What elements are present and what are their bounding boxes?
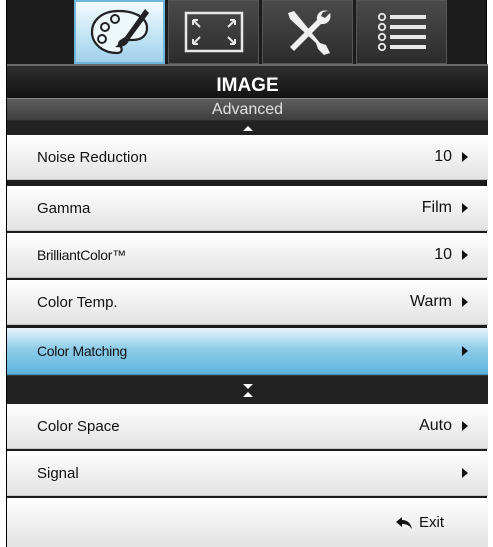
chevron-right-icon[interactable] [462,297,468,307]
chevron-right-icon[interactable] [462,203,468,213]
palette-icon [90,9,149,55]
tab-setup[interactable] [262,0,353,64]
menu-item-color-matching[interactable]: Color Matching [7,328,488,375]
menu-item-label: Color Temp. [37,293,118,311]
menu-item-label: BrilliantColor™ [37,247,126,263]
tab-display[interactable] [168,0,259,64]
chevron-right-icon[interactable] [462,468,468,478]
scroll-up-bar[interactable] [7,121,488,135]
chevron-right-icon[interactable] [462,250,468,260]
menu-item-label: Color Space [37,417,120,435]
page-scroll-bar[interactable] [7,375,488,404]
menu-item-label: Gamma [37,199,91,217]
return-arrow-icon [395,516,412,529]
menu-item-value: 10 [434,148,452,165]
menu-item-color-temp[interactable]: Color Temp. Warm [7,280,488,325]
menu-tabs [74,0,447,64]
chevron-right-icon[interactable] [462,346,468,356]
menu-item-label: Signal [37,464,79,482]
osd-menu: IMAGE Advanced Noise Reduction 10 Gamma … [6,0,488,547]
menu-item-brilliantcolor[interactable]: BrilliantColor™ 10 [7,233,488,278]
menu-item-value: 10 [434,246,452,263]
scroll-up-arrow-icon[interactable] [242,125,253,131]
list-icon [377,12,426,52]
menu-item-color-space[interactable]: Color Space Auto [7,404,488,449]
chevron-right-icon[interactable] [462,421,468,431]
scroll-up-arrow-icon[interactable] [242,391,253,397]
exit-button[interactable]: Exit [7,498,488,547]
scroll-down-arrow-icon[interactable] [242,383,253,389]
menu-item-label: Noise Reduction [37,148,148,166]
menu-item-value: Film [421,199,452,216]
submenu-title-bar: Advanced [7,98,488,121]
menu-item-value: Warm [409,293,452,310]
tab-options[interactable] [356,0,447,64]
tools-icon [287,10,331,55]
menu-title: IMAGE [216,75,279,96]
menu-item-label: Color Matching [37,343,127,359]
menu-item-noise-reduction[interactable]: Noise Reduction 10 [7,135,488,180]
exit-label: Exit [418,514,444,531]
resize-icon [184,11,243,53]
tab-image[interactable] [74,0,165,64]
chevron-right-icon[interactable] [462,152,468,162]
menu-item-signal[interactable]: Signal [7,451,488,496]
menu-item-gamma[interactable]: Gamma Film [7,186,488,231]
submenu-title: Advanced [211,100,284,118]
menu-item-value: Auto [419,417,452,434]
menu-title-bar: IMAGE [7,64,488,98]
